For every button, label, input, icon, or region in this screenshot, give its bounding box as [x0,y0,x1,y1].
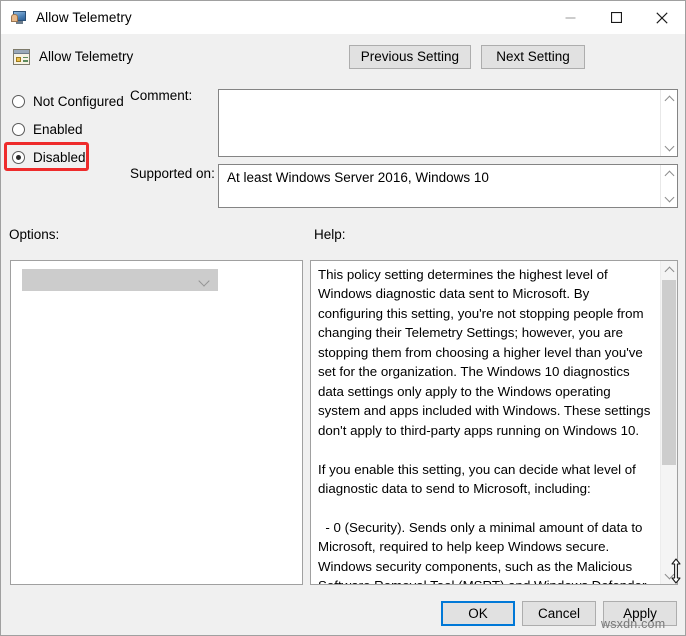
title-bar: Allow Telemetry [1,1,685,34]
radio-disabled[interactable]: Disabled [12,147,86,167]
radio-enabled[interactable]: Enabled [12,119,83,139]
next-setting-button[interactable]: Next Setting [481,44,585,69]
comment-scrollbar[interactable] [660,90,677,156]
maximize-icon [610,12,622,23]
allow-telemetry-dialog: Allow Telemetry Allow Telemetry Previous… [0,0,686,636]
chevron-down-icon [664,569,674,579]
cancel-button[interactable]: Cancel [522,601,596,626]
help-scroll-down-button[interactable] [661,567,677,584]
comment-scroll-up-button[interactable] [661,90,677,107]
help-text: This policy setting determines the highe… [318,267,651,584]
help-scrollbar[interactable] [660,261,677,584]
group-policy-setting-icon [13,48,30,65]
help-scroll-up-button[interactable] [661,261,677,278]
chevron-down-icon [664,141,674,151]
window-title-icon [11,10,27,26]
close-icon [656,11,668,24]
radio-label-not-configured: Not Configured [33,93,124,109]
chevron-up-icon [664,170,674,180]
comment-label: Comment: [130,88,193,103]
policy-name-label: Allow Telemetry [39,49,134,64]
supported-on-label: Supported on: [130,166,215,181]
minimize-icon [565,17,575,19]
radio-not-configured[interactable]: Not Configured [12,91,124,111]
radio-circle-icon [12,122,25,136]
supported-on-value: At least Windows Server 2016, Windows 10 [227,170,489,185]
options-section-label: Options: [9,227,60,242]
ok-button[interactable]: OK [441,601,515,626]
radio-label-disabled: Disabled [33,149,86,165]
options-panel [10,260,303,585]
watermark: wsxdn.com [601,617,666,631]
supported-scroll-down-button[interactable] [661,190,677,207]
previous-setting-button[interactable]: Previous Setting [348,44,471,69]
telemetry-level-dropdown[interactable] [22,269,218,291]
maximize-button[interactable] [593,2,639,34]
radio-circle-icon [12,94,25,108]
chevron-down-icon [664,192,674,202]
radio-label-enabled: Enabled [33,121,83,137]
supported-on-scrollbar[interactable] [660,165,677,207]
minimize-button[interactable] [547,2,593,34]
window-title: Allow Telemetry [36,10,132,25]
supported-on-textarea[interactable]: At least Windows Server 2016, Windows 10 [218,164,678,208]
help-panel: This policy setting determines the highe… [310,260,678,585]
help-scrollbar-thumb[interactable] [662,280,676,465]
chevron-up-icon [664,95,674,105]
help-section-label: Help: [314,227,346,242]
supported-scroll-up-button[interactable] [661,165,677,182]
chevron-down-icon [198,275,210,287]
policy-header-bar: Allow Telemetry Previous Setting Next Se… [2,34,685,79]
comment-scroll-down-button[interactable] [661,139,677,156]
radio-circle-selected-icon [12,150,25,164]
chevron-up-icon [664,266,674,276]
close-button[interactable] [639,2,685,34]
comment-textarea[interactable] [218,89,678,157]
